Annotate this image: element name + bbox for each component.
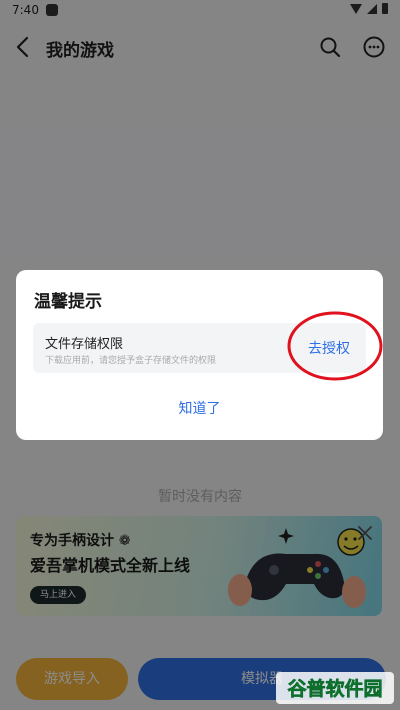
acknowledge-button[interactable]: 知道了	[16, 398, 383, 418]
permission-description: 下载应用前，请您授予盒子存储文件的权限	[45, 356, 217, 366]
red-highlight-circle	[287, 311, 383, 381]
site-watermark: 谷普软件园	[276, 672, 394, 704]
dialog-title: 温馨提示	[34, 292, 102, 312]
watermark-text: 谷普软件园	[287, 677, 382, 700]
permission-title: 文件存储权限	[45, 337, 124, 352]
notice-dialog: 温馨提示 文件存储权限 下载应用前，请您授予盒子存储文件的权限 去授权 知道了	[16, 270, 383, 440]
